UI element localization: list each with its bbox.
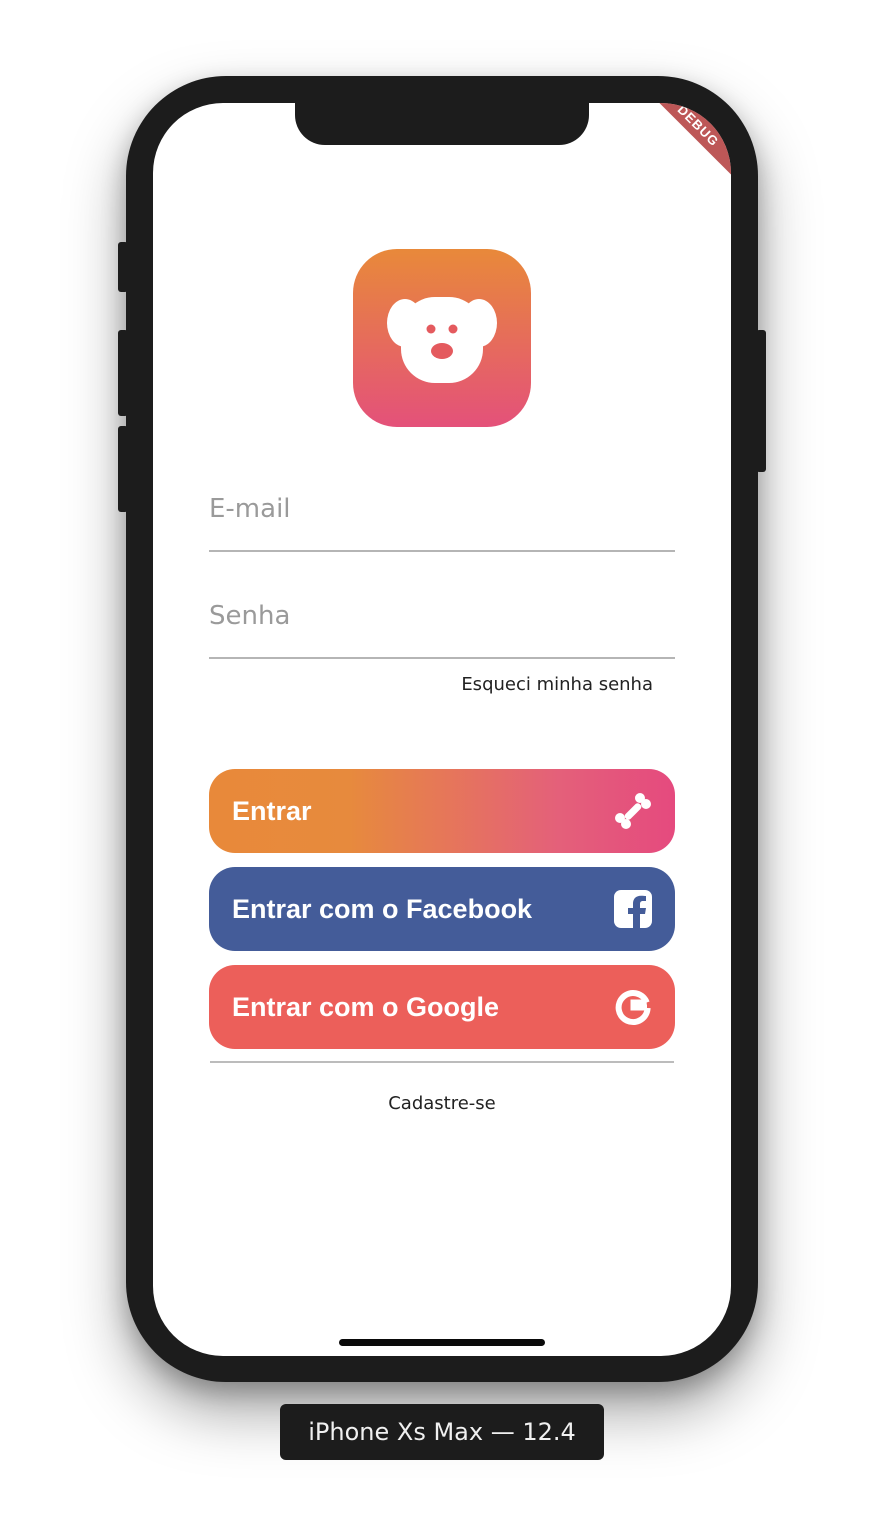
simulator-device-label: iPhone Xs Max — 12.4 (280, 1404, 604, 1460)
password-field (209, 577, 675, 659)
google-login-button[interactable]: Entrar com o Google (209, 965, 675, 1049)
bone-icon (615, 793, 651, 829)
home-indicator (339, 1339, 545, 1346)
facebook-login-button[interactable]: Entrar com o Facebook (209, 867, 675, 951)
forgot-password-link[interactable]: Esqueci minha senha (461, 674, 653, 695)
google-icon (615, 990, 651, 1026)
simulator-stage: DEBUG Esqueci minha senha (0, 0, 884, 1532)
google-button-label: Entrar com o Google (232, 992, 500, 1022)
password-input[interactable] (209, 601, 675, 631)
enter-button[interactable]: Entrar (209, 769, 675, 853)
mute-switch (118, 242, 128, 292)
volume-up-button (118, 330, 128, 416)
facebook-icon (614, 890, 652, 928)
signup-link[interactable]: Cadastre-se (153, 1093, 731, 1114)
dog-face-icon (387, 297, 497, 383)
notch (295, 103, 589, 145)
volume-down-button (118, 426, 128, 512)
facebook-button-label: Entrar com o Facebook (232, 894, 533, 924)
email-field (209, 470, 675, 552)
app-logo (353, 249, 531, 427)
phone-screen: DEBUG Esqueci minha senha (153, 103, 731, 1356)
enter-button-label: Entrar (232, 796, 312, 826)
power-button (756, 330, 766, 472)
divider (210, 1061, 674, 1063)
email-input[interactable] (209, 494, 675, 524)
